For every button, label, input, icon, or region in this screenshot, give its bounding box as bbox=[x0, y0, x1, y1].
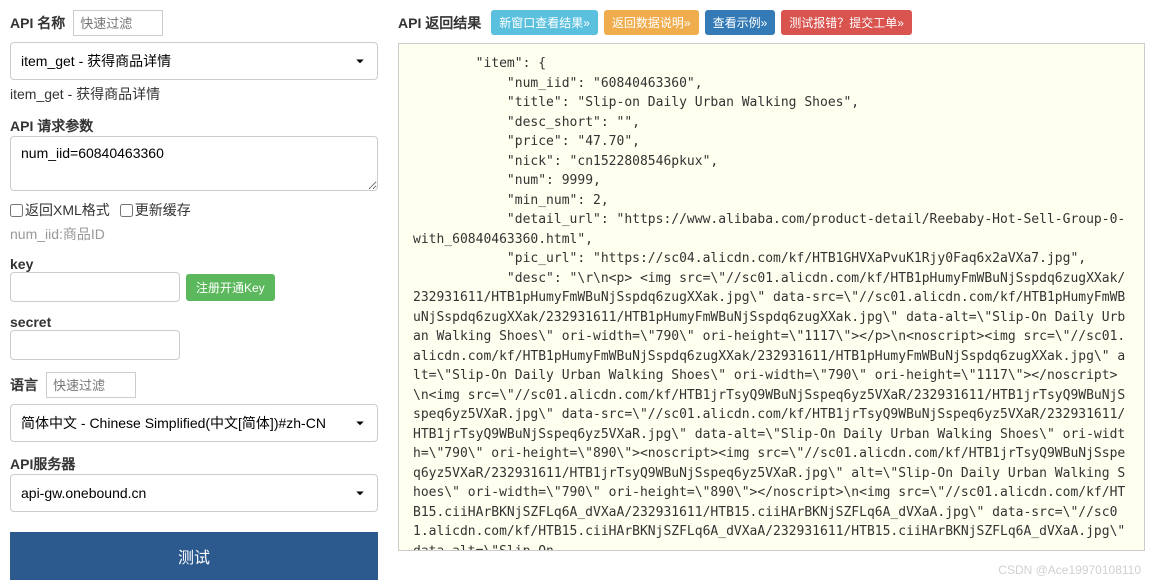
checkbox-xml[interactable] bbox=[10, 204, 23, 217]
secret-label: secret bbox=[10, 314, 51, 330]
lang-filter-input[interactable] bbox=[46, 372, 136, 398]
checkbox-cache-label[interactable]: 更新缓存 bbox=[120, 200, 191, 220]
server-select[interactable]: api-gw.onebound.cn bbox=[10, 474, 378, 512]
checkbox-xml-label[interactable]: 返回XML格式 bbox=[10, 200, 110, 220]
watermark: CSDN @Ace19970108110 bbox=[998, 563, 1141, 577]
lang-label: 语言 bbox=[10, 375, 38, 395]
lang-select[interactable]: 简体中文 - Chinese Simplified(中文[简体])#zh-CN bbox=[10, 404, 378, 442]
example-button[interactable]: 查看示例» bbox=[705, 10, 776, 35]
report-button[interactable]: 测试报错？提交工单» bbox=[781, 10, 912, 35]
api-select[interactable]: item_get - 获得商品详情 bbox=[10, 42, 378, 80]
register-key-button[interactable]: 注册开通Key bbox=[186, 274, 275, 301]
test-button[interactable]: 测试 bbox=[10, 532, 378, 580]
result-title: API 返回结果 bbox=[398, 13, 481, 33]
explain-button[interactable]: 返回数据说明» bbox=[604, 10, 699, 35]
key-label: key bbox=[10, 256, 33, 272]
api-helper-text: item_get - 获得商品详情 bbox=[10, 84, 378, 104]
key-input[interactable] bbox=[10, 272, 180, 302]
checkbox-cache[interactable] bbox=[120, 204, 133, 217]
api-name-label: API 名称 bbox=[10, 13, 65, 33]
params-hint: num_iid:商品ID bbox=[10, 224, 378, 244]
left-panel: API 名称 item_get - 获得商品详情 item_get - 获得商品… bbox=[10, 10, 378, 573]
secret-input[interactable] bbox=[10, 330, 180, 360]
server-label: API服务器 bbox=[10, 456, 75, 472]
api-filter-input[interactable] bbox=[73, 10, 163, 36]
api-params-textarea[interactable] bbox=[10, 136, 378, 191]
result-box[interactable]: "item": { "num_iid": "60840463360", "tit… bbox=[398, 43, 1145, 551]
right-panel: API 返回结果 新窗口查看结果» 返回数据说明» 查看示例» 测试报错？提交工… bbox=[398, 10, 1145, 573]
api-params-label: API 请求参数 bbox=[10, 118, 93, 134]
new-window-button[interactable]: 新窗口查看结果» bbox=[491, 10, 598, 35]
